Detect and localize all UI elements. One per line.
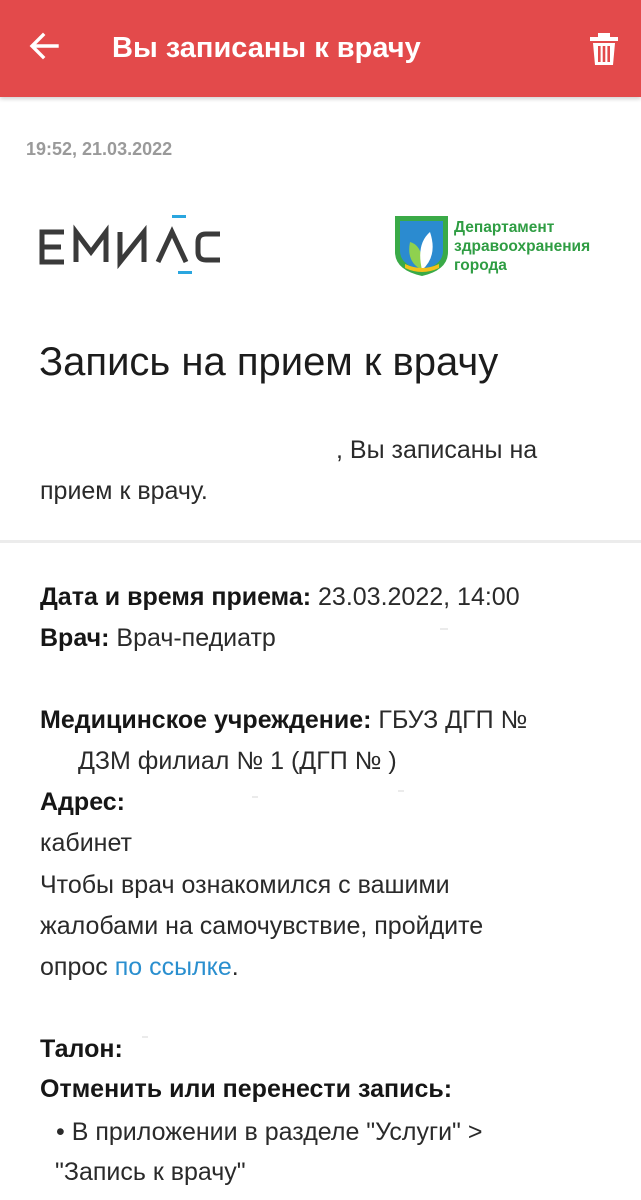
appointment-heading: Запись на прием к врачу bbox=[39, 340, 499, 384]
address-row: Адрес: bbox=[40, 790, 125, 815]
message-timestamp: 19:52, 21.03.2022 bbox=[26, 139, 173, 159]
redaction-mark bbox=[142, 1036, 148, 1038]
clinic-label: Медицинское учреждение: bbox=[40, 706, 372, 734]
cancel-row: Отменить или перенести запись: bbox=[40, 1077, 452, 1102]
bullet-item-line-2: "Запись к врачу" bbox=[55, 1158, 246, 1186]
survey-suffix: . bbox=[231, 953, 239, 981]
doctor-row: Врач: Врач-педиатр bbox=[40, 626, 276, 651]
dzm-line-1: Департамент bbox=[454, 219, 555, 236]
doctor-label: Врач: bbox=[40, 624, 110, 652]
survey-line-1: Чтобы врач ознакомился с вашими bbox=[40, 871, 450, 899]
section-divider bbox=[0, 540, 641, 543]
cancel-label: Отменить или перенести запись: bbox=[40, 1075, 453, 1103]
emias-logo bbox=[39, 215, 220, 274]
redaction-mark bbox=[440, 628, 448, 630]
trash-icon bbox=[590, 33, 618, 65]
survey-line-3: опрос по ссылке. bbox=[40, 955, 239, 980]
survey-prefix: опрос bbox=[40, 953, 115, 981]
survey-line-2: жалобами на самочувствие, пройдите bbox=[40, 912, 484, 940]
clinic-row: Медицинское учреждение: ГБУЗ ДГП № bbox=[40, 708, 527, 733]
delete-button[interactable] bbox=[586, 30, 622, 68]
doctor-value: Врач-педиатр bbox=[109, 624, 276, 652]
redaction-mark bbox=[398, 790, 404, 792]
dzm-line-2: здравоохранения bbox=[454, 238, 591, 255]
clinic-value-continued: ДЗМ филиал № 1 (ДГП № ) bbox=[78, 747, 397, 775]
address-label: Адрес: bbox=[40, 788, 125, 816]
bullet-item-line-1: • В приложении в разделе "Услуги" > bbox=[56, 1118, 483, 1146]
dzm-logo-text: Департамент здравоохранения города bbox=[454, 218, 590, 275]
appointment-datetime: Дата и время приема: 23.03.2022, 14:00 bbox=[40, 585, 520, 610]
arrow-left-icon bbox=[29, 32, 59, 60]
app-bar: Вы записаны к врачу bbox=[0, 0, 641, 97]
greeting-line-2: прием к врачу. bbox=[40, 477, 208, 505]
greeting-line-1: , Вы записаны на bbox=[336, 436, 538, 464]
cabinet-text: кабинет bbox=[40, 829, 133, 857]
back-button[interactable] bbox=[24, 26, 64, 66]
datetime-value: 23.03.2022, 14:00 bbox=[311, 583, 520, 611]
greeting-text: , Вы записаны на прием к врачу. bbox=[40, 430, 600, 512]
ticket-row: Талон: bbox=[40, 1037, 123, 1062]
page-title: Вы записаны к врачу bbox=[112, 32, 421, 64]
ticket-label: Талон: bbox=[40, 1035, 123, 1063]
survey-link[interactable]: по ссылке bbox=[115, 953, 232, 981]
dzm-line-3: города bbox=[454, 257, 507, 274]
clinic-value: ГБУЗ ДГП № bbox=[371, 706, 528, 734]
datetime-label: Дата и время приема: bbox=[40, 583, 312, 611]
redaction-mark bbox=[252, 796, 258, 798]
